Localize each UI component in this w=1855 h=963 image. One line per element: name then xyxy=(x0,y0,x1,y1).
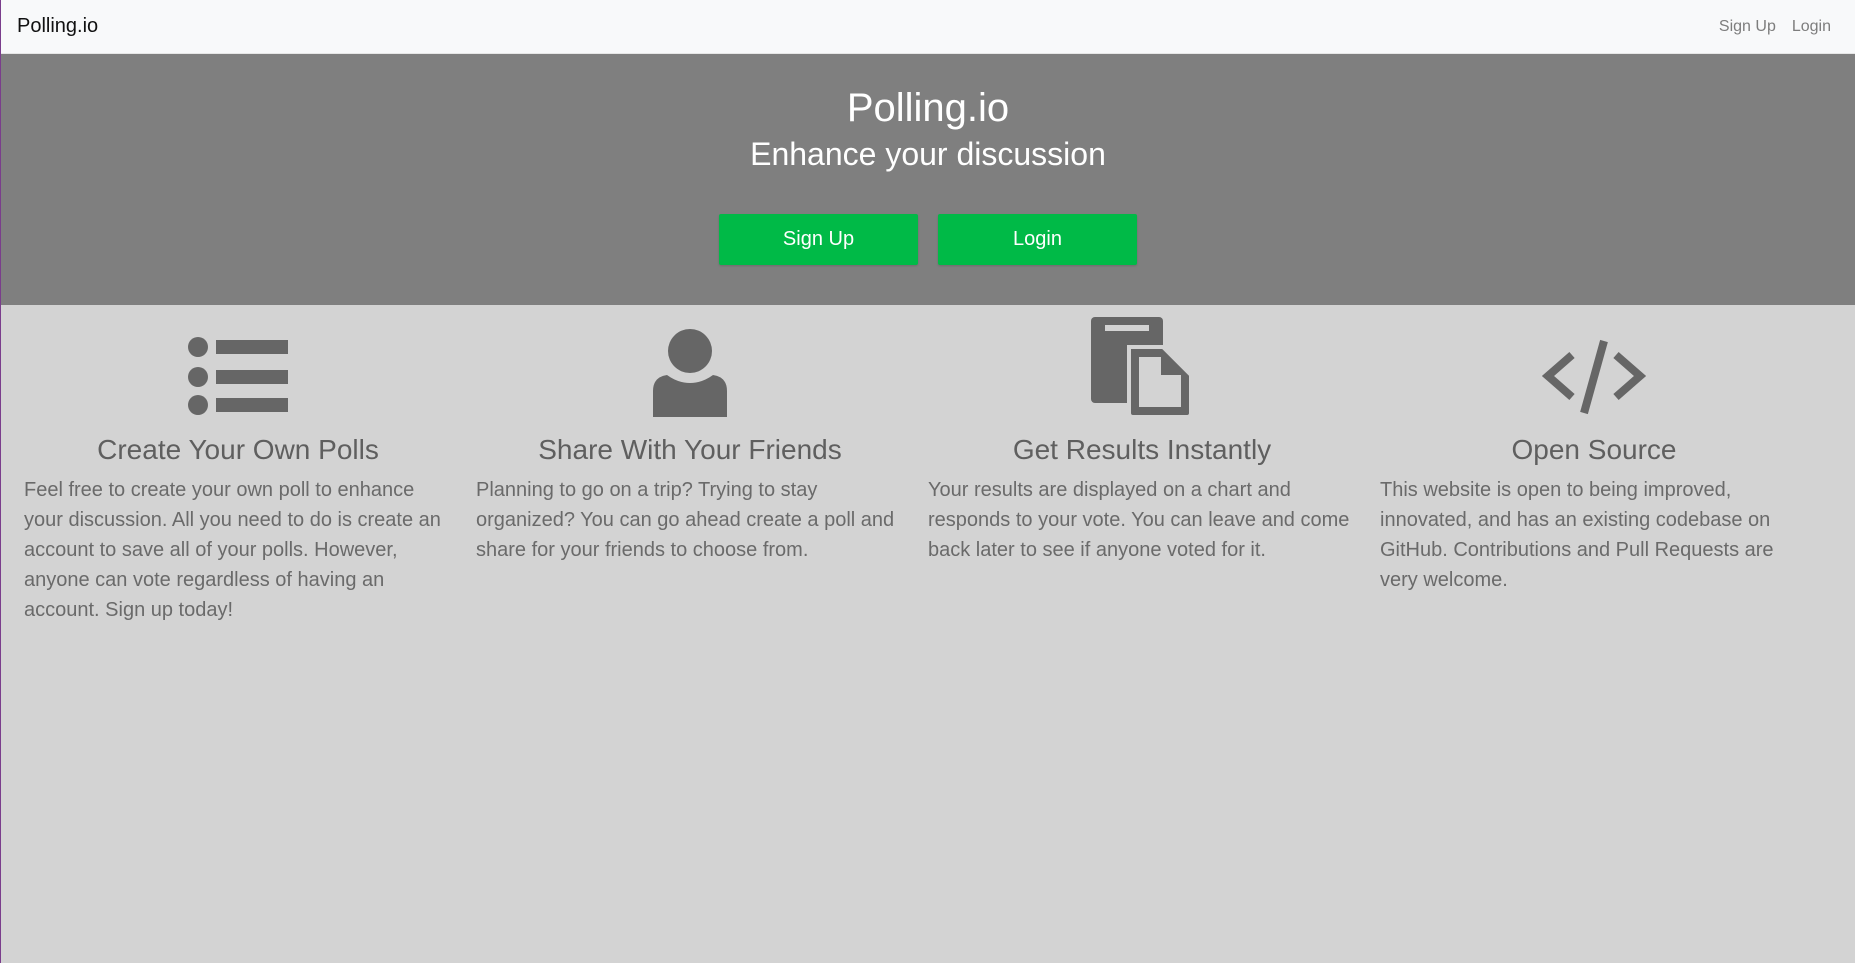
copy-icon xyxy=(928,305,1356,417)
features-section: Create Your Own Polls Feel free to creat… xyxy=(1,305,1855,625)
hero-buttons: Sign Up Login xyxy=(719,214,1137,265)
feature-open-source: Open Source This website is open to bein… xyxy=(1380,305,1832,625)
feature-text: Your results are displayed on a chart an… xyxy=(928,479,1350,561)
nav-login-link[interactable]: Login xyxy=(1792,18,1831,36)
navbar: Polling.io Sign Up Login xyxy=(1,0,1855,54)
list-icon xyxy=(24,305,452,417)
brand-link[interactable]: Polling.io xyxy=(17,15,98,38)
nav-signup-link[interactable]: Sign Up xyxy=(1719,18,1776,36)
feature-create-polls: Create Your Own Polls Feel free to creat… xyxy=(24,305,476,625)
page: Polling.io Sign Up Login Polling.io Enha… xyxy=(0,0,1855,963)
feature-text: Feel free to create your own poll to enh… xyxy=(24,479,441,621)
feature-text: Planning to go on a trip? Trying to stay… xyxy=(476,479,895,561)
feature-share-friends: Share With Your Friends Planning to go o… xyxy=(476,305,928,625)
hero-subtitle: Enhance your discussion xyxy=(750,136,1106,172)
feature-title: Share With Your Friends xyxy=(538,434,842,465)
feature-title: Get Results Instantly xyxy=(1012,434,1272,465)
nav-links: Sign Up Login xyxy=(1719,18,1831,36)
login-button[interactable]: Login xyxy=(938,214,1137,265)
feature-results: Get Results Instantly Your results are d… xyxy=(928,305,1380,625)
user-icon xyxy=(476,305,904,417)
hero-section: Polling.io Enhance your discussion Sign … xyxy=(1,54,1855,305)
feature-title: Create Your Own Polls xyxy=(97,434,379,465)
feature-title: Open Source xyxy=(1511,434,1677,465)
code-icon xyxy=(1380,305,1808,417)
hero-title: Polling.io xyxy=(846,86,1010,130)
signup-button[interactable]: Sign Up xyxy=(719,214,918,265)
feature-text: This website is open to being improved, … xyxy=(1380,479,1774,591)
